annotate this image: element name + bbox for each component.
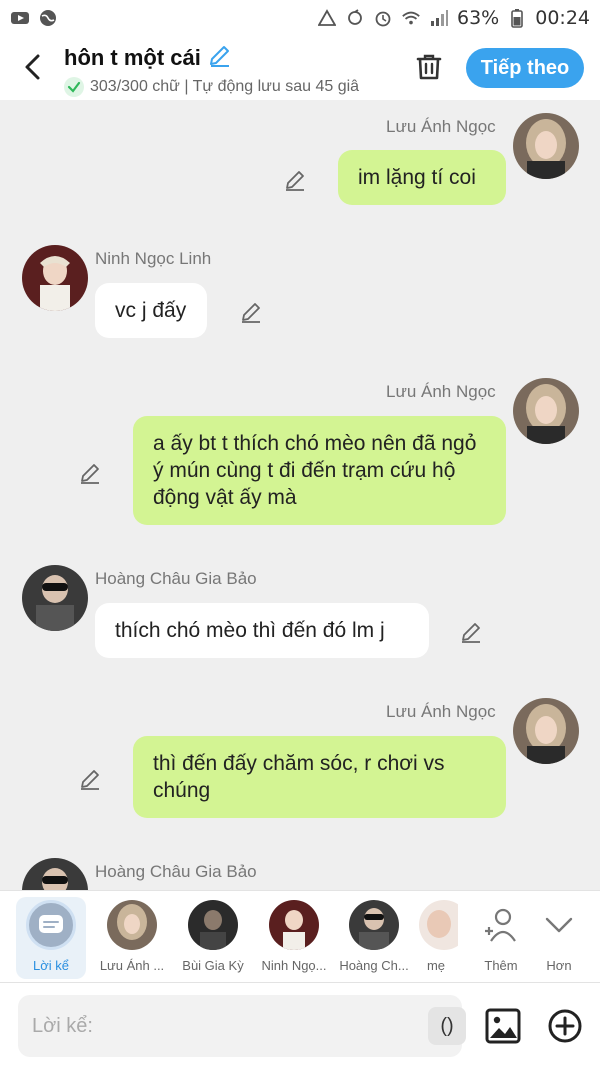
character-label: Hơn: [546, 958, 572, 973]
battery-icon: [507, 8, 527, 28]
character-label: Lưu Ánh ...: [99, 958, 165, 973]
message-bubble[interactable]: thích chó mèo thì đến đó lm j: [95, 603, 429, 658]
avatar: [188, 900, 238, 950]
sender-name: Hoàng Châu Gia Bảo: [95, 862, 257, 881]
edit-icon[interactable]: [283, 168, 307, 192]
battery-percent: 63%: [457, 7, 500, 29]
avatar[interactable]: [22, 245, 88, 311]
message-bubble[interactable]: a ấy bt t thích chó mèo nên đã ngỏ ý mún…: [133, 416, 506, 525]
sender-name: Lưu Ánh Ngọc: [386, 117, 496, 136]
image-icon: [485, 1008, 521, 1044]
character-selector: Lời kể Lưu Ánh ... Bùi Gia Kỳ Ninh Ngọ..…: [0, 890, 600, 982]
message-input[interactable]: [32, 995, 392, 1057]
character-label: Bùi Gia Kỳ: [182, 958, 244, 973]
avatar[interactable]: [513, 113, 579, 179]
delete-button[interactable]: [412, 50, 446, 84]
character-label: Ninh Ngọ...: [261, 958, 327, 973]
alarm-icon: [373, 8, 393, 28]
input-bar: (): [0, 982, 600, 1067]
wifi-icon: [401, 8, 421, 28]
message-input-wrap: (): [18, 995, 466, 1057]
image-button[interactable]: [484, 1007, 522, 1045]
sender-name: Lưu Ánh Ngọc: [386, 382, 496, 401]
character-narrator[interactable]: Lời kể: [16, 897, 86, 979]
message-bubble[interactable]: thì đến đấy chăm sóc, r chơi vs chúng: [133, 736, 506, 818]
youtube-icon: [10, 8, 30, 28]
signal-icon: [429, 8, 449, 28]
alert-icon: [317, 8, 337, 28]
avatar: [419, 900, 458, 950]
character-item[interactable]: Bùi Gia Kỳ: [173, 897, 253, 979]
next-button[interactable]: Tiếp theo: [466, 48, 584, 88]
chevron-down-icon: [534, 900, 584, 950]
sender-name: Lưu Ánh Ngọc: [386, 702, 496, 721]
globe-icon: [38, 8, 58, 28]
story-title-area: hôn t một cái 303/300 chữ | Tự động lưu …: [64, 42, 394, 97]
story-title: hôn t một cái: [64, 44, 201, 70]
character-item[interactable]: Ninh Ngọ...: [254, 897, 334, 979]
narrator-icon: [26, 900, 76, 950]
chat-area[interactable]: Lưu Ánh Ngọc im lặng tí coi Ninh Ngọc Li…: [0, 100, 600, 890]
avatar: [269, 900, 319, 950]
avatar[interactable]: [22, 565, 88, 631]
sync-icon: [345, 8, 365, 28]
message-bubble[interactable]: vc j đấy: [95, 283, 207, 338]
edit-title-icon[interactable]: [207, 42, 233, 73]
character-label: Hoàng Ch...: [339, 958, 409, 973]
sender-name: Hoàng Châu Gia Bảo: [95, 569, 257, 588]
clock: 00:24: [535, 7, 590, 29]
action-bracket-button[interactable]: (): [428, 1007, 466, 1045]
plus-circle-icon: [548, 1009, 582, 1043]
edit-icon[interactable]: [239, 300, 263, 324]
more-button[interactable]: Hơn: [519, 897, 599, 979]
back-button[interactable]: [16, 50, 48, 84]
header: hôn t một cái 303/300 chữ | Tự động lưu …: [0, 36, 600, 100]
status-bar: 63% 00:24: [0, 0, 600, 36]
trash-icon: [416, 54, 442, 80]
character-item[interactable]: mẹ: [414, 897, 458, 979]
avatar[interactable]: [513, 698, 579, 764]
check-icon: [64, 77, 84, 97]
avatar[interactable]: [22, 858, 88, 890]
chevron-left-icon: [25, 54, 40, 80]
message-bubble[interactable]: im lặng tí coi: [338, 150, 506, 205]
avatar[interactable]: [513, 378, 579, 444]
character-item[interactable]: Lưu Ánh ...: [92, 897, 172, 979]
sender-name: Ninh Ngọc Linh: [95, 249, 212, 268]
add-button[interactable]: [546, 1007, 584, 1045]
character-item[interactable]: Hoàng Ch...: [334, 897, 414, 979]
character-label: mẹ: [426, 958, 446, 973]
edit-icon[interactable]: [459, 620, 483, 644]
edit-icon[interactable]: [78, 767, 102, 791]
character-label: Lời kể: [33, 958, 69, 973]
avatar: [107, 900, 157, 950]
edit-icon[interactable]: [78, 461, 102, 485]
autosave-status: 303/300 chữ | Tự động lưu sau 45 giâ: [90, 78, 360, 95]
avatar: [349, 900, 399, 950]
